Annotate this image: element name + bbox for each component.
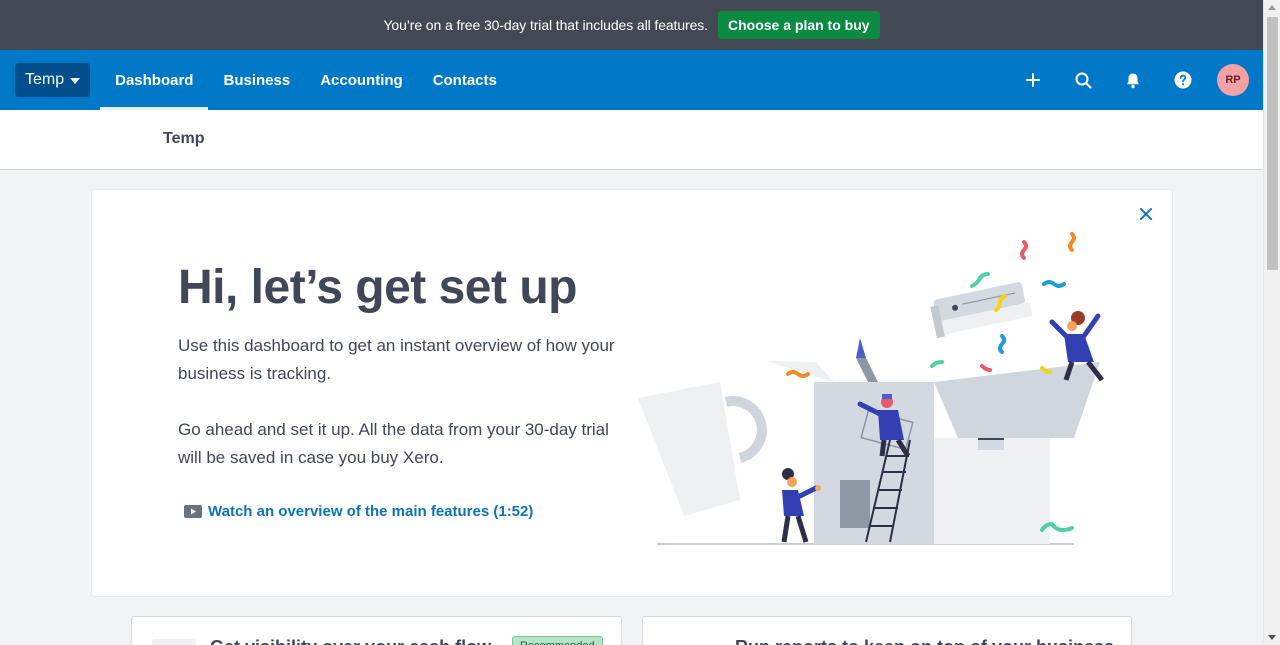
choose-plan-button[interactable]: Choose a plan to buy xyxy=(717,11,880,39)
setup-card: Hi, let’s get set up Use this dashboard … xyxy=(92,190,1172,596)
recommended-badge: Recommended xyxy=(512,636,603,645)
close-icon[interactable] xyxy=(1138,206,1154,222)
bell-icon[interactable] xyxy=(1108,50,1158,110)
box-lid-left xyxy=(766,361,834,382)
box-front xyxy=(814,382,934,544)
page-title: Temp xyxy=(163,130,205,147)
cash-flow-card-title: Get visibility over your cash flow xyxy=(210,637,491,645)
stapler xyxy=(930,282,1033,339)
organisation-header: Temp xyxy=(0,110,1263,170)
avatar[interactable]: RP xyxy=(1217,64,1249,96)
watch-overview-link[interactable]: Watch an overview of the main features (… xyxy=(184,503,533,520)
cash-flow-icon xyxy=(152,639,196,645)
setup-illustration xyxy=(638,232,1104,545)
tab-dashboard[interactable]: Dashboard xyxy=(100,50,209,110)
reports-card[interactable]: Run reports to keep on top of your busin… xyxy=(642,616,1132,645)
top-navigation: Temp Dashboard Business Accounting Conta… xyxy=(0,50,1263,110)
trial-data-note: Go ahead and set it up. All the data fro… xyxy=(178,420,609,467)
watch-overview-label: Watch an overview of the main features (… xyxy=(208,503,534,520)
page-scrollbar[interactable] xyxy=(1263,0,1280,645)
trial-banner: You’re on a free 30-day trial that inclu… xyxy=(0,0,1263,50)
help-icon[interactable] xyxy=(1158,50,1208,110)
nav-actions: RP xyxy=(1008,50,1263,110)
video-play-icon xyxy=(184,505,202,518)
setup-description: Use this dashboard to get an instant ove… xyxy=(178,336,615,383)
tab-accounting[interactable]: Accounting xyxy=(305,50,418,110)
setup-headline: Hi, let’s get set up xyxy=(178,261,577,314)
box-side xyxy=(934,438,1050,544)
scroll-down-arrow-icon[interactable] xyxy=(1268,635,1276,640)
organisation-name: Temp xyxy=(25,71,65,88)
box-lid-right xyxy=(934,362,1100,438)
plus-icon[interactable] xyxy=(1008,50,1058,110)
reports-card-title: Run reports to keep on top of your busin… xyxy=(735,637,1114,645)
scrollbar-thumb[interactable] xyxy=(1267,17,1278,270)
tab-contacts[interactable]: Contacts xyxy=(418,50,512,110)
tab-business[interactable]: Business xyxy=(208,50,305,110)
search-icon[interactable] xyxy=(1058,50,1108,110)
cash-flow-card[interactable]: Get visibility over your cash flow Recom… xyxy=(131,616,622,645)
scroll-up-arrow-icon[interactable] xyxy=(1268,5,1276,10)
caret-down-icon xyxy=(70,78,81,84)
tilted-panel xyxy=(638,382,740,516)
organisation-switcher[interactable]: Temp xyxy=(15,63,91,97)
main-nav-tabs: Dashboard Business Accounting Contacts xyxy=(100,50,512,110)
trial-banner-text: You’re on a free 30-day trial that inclu… xyxy=(383,17,708,33)
